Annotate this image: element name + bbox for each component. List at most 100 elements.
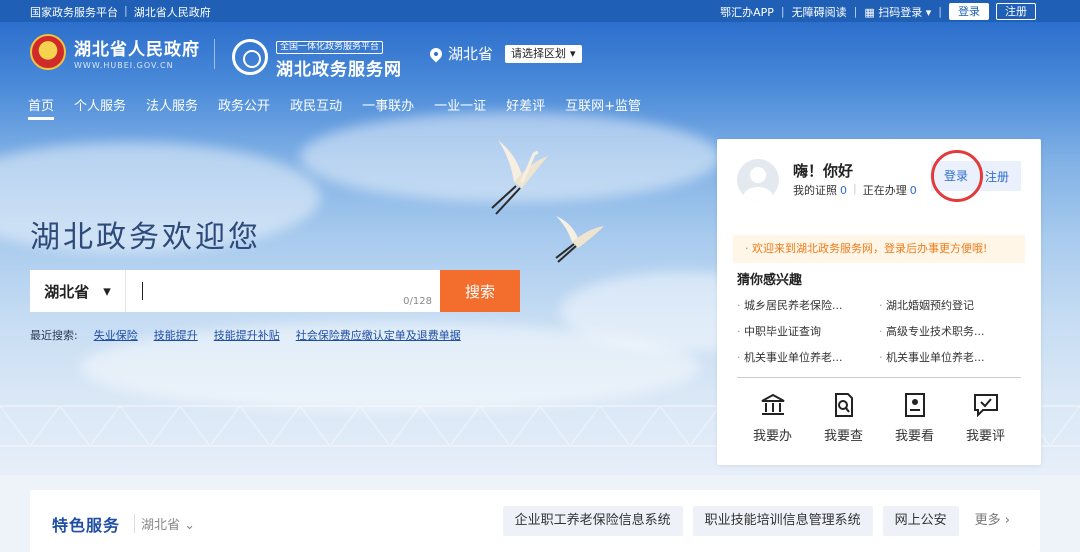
- avatar[interactable]: [737, 159, 779, 201]
- interest-item[interactable]: 机关事业单位养老...: [879, 349, 1021, 365]
- nav-personal[interactable]: 个人服务: [74, 95, 126, 120]
- interest-list: 城乡居民养老保险... 湖北婚姻预约登记 中职毕业证查询 高级专业技术职务...…: [737, 297, 1021, 365]
- greeting: 嗨！你好: [793, 162, 854, 180]
- nav-one-license[interactable]: 一业一证: [434, 95, 486, 120]
- my-licenses[interactable]: 我的证照 0: [793, 182, 847, 198]
- recent-search-link[interactable]: 失业保险: [94, 327, 138, 343]
- search-province-select[interactable]: 湖北省 ▾: [30, 270, 126, 312]
- link-app[interactable]: 鄂汇办APP: [720, 4, 774, 20]
- interest-item[interactable]: 城乡居民养老保险...: [737, 297, 879, 313]
- national-emblem-icon: [30, 34, 66, 70]
- featured-pension-button[interactable]: 企业职工养老保险信息系统: [502, 506, 683, 536]
- service-logo[interactable]: 全国一体化政务服务平台 湖北政务服务网: [232, 34, 402, 80]
- hero-banner: 湖北省人民政府 WWW.HUBEI.GOV.CN 全国一体化政务服务平台 湖北政…: [0, 22, 1080, 475]
- qr-login-label: 扫码登录: [878, 5, 923, 19]
- qr-login[interactable]: ▦ 扫码登录 ▾: [864, 4, 931, 20]
- id-card-icon: [885, 391, 945, 419]
- action-label: 我要办: [752, 429, 792, 444]
- nav-open-gov[interactable]: 政务公开: [218, 95, 270, 120]
- search-button[interactable]: 搜索: [440, 270, 520, 312]
- separator: |: [124, 4, 128, 17]
- separator: |: [853, 182, 857, 195]
- featured-services: 特色服务 湖北省 ⌄ 企业职工养老保险信息系统 职业技能培训信息管理系统 网上公…: [30, 490, 1040, 552]
- interest-item[interactable]: 机关事业单位养老...: [737, 349, 879, 365]
- action-query[interactable]: 我要查: [814, 389, 874, 444]
- recent-searches: 最近搜索: 失业保险 技能提升 技能提升补贴 社会保险费应缴认定单及退费单据: [30, 327, 461, 343]
- action-apply[interactable]: 我要办: [743, 389, 803, 444]
- recent-search-link[interactable]: 技能提升补贴: [214, 327, 280, 343]
- chevron-down-icon: ⌄: [184, 518, 196, 533]
- nav-interaction[interactable]: 政民互动: [290, 95, 342, 120]
- chevron-right-icon: ›: [1004, 513, 1010, 528]
- action-label: 我要评: [965, 429, 1005, 444]
- region-select-label: 请选择区划: [511, 46, 567, 60]
- featured-region-select[interactable]: 湖北省 ⌄: [134, 514, 195, 533]
- current-region: 湖北省: [448, 45, 494, 63]
- in-progress-count: 0: [909, 184, 917, 197]
- more-link[interactable]: 更多 ›: [969, 506, 1010, 536]
- nav-supervision[interactable]: 互联网+监管: [565, 95, 641, 120]
- link-hubei-gov[interactable]: 湖北省人民政府: [134, 4, 211, 20]
- location-pin-icon: [427, 45, 445, 62]
- recent-search-link[interactable]: 社会保险费应缴认定单及退费单据: [296, 327, 461, 343]
- welcome-title: 湖北政务欢迎您: [30, 220, 261, 255]
- bank-icon: [743, 391, 803, 419]
- crane-illustration: [555, 216, 604, 263]
- featured-title: 特色服务: [52, 516, 121, 535]
- region-select[interactable]: 请选择区划 ▾: [505, 44, 582, 63]
- user-panel: 嗨！你好 我的证照 0 | 正在办理 0 登录 注册 · 欢迎来到湖北政务服务网，登…: [717, 139, 1041, 465]
- service-emblem-icon: [232, 39, 268, 75]
- welcome-notice: · 欢迎来到湖北政务服务网，登录后办事更方便哦!: [733, 235, 1025, 263]
- crane-illustration: [491, 140, 548, 215]
- action-view[interactable]: 我要看: [885, 389, 945, 444]
- register-button[interactable]: 注册: [981, 168, 1009, 185]
- interest-item[interactable]: 中职毕业证查询: [737, 323, 879, 339]
- char-counter: 0/128: [403, 296, 432, 307]
- action-rate[interactable]: 我要评: [956, 389, 1016, 444]
- link-accessibility[interactable]: 无障碍阅读: [792, 4, 847, 20]
- search-province-label: 湖北省: [44, 282, 90, 301]
- separator: |: [853, 5, 858, 18]
- featured-buttons: 企业职工养老保险信息系统 职业技能培训信息管理系统 网上公安 更多 ›: [502, 506, 1010, 536]
- service-title: 湖北政务服务网: [276, 60, 402, 80]
- gov-url: WWW.HUBEI.GOV.CN: [74, 60, 174, 70]
- divider: [214, 39, 215, 69]
- action-label: 我要看: [894, 429, 934, 444]
- quick-actions: 我要办 我要查 我要看 我要评: [737, 389, 1021, 444]
- search-bar: 湖北省 ▾ 0/128 搜索: [30, 270, 520, 312]
- qr-icon: ▦: [864, 5, 875, 19]
- caret-down-icon: ▾: [570, 46, 576, 60]
- link-national-platform[interactable]: 国家政务服务平台: [30, 4, 118, 20]
- nav-rating[interactable]: 好差评: [506, 95, 545, 120]
- search-input[interactable]: 0/128: [126, 270, 440, 312]
- gov-title: 湖北省人民政府: [74, 39, 200, 60]
- top-login-button[interactable]: 登录: [949, 3, 989, 20]
- interest-item[interactable]: 湖北婚姻预约登记: [879, 297, 1021, 313]
- user-stats: 我的证照 0 | 正在办理 0: [793, 182, 917, 198]
- chat-check-icon: [956, 391, 1016, 419]
- main-nav: 首页 个人服务 法人服务 政务公开 政民互动 一事联办 一业一证 好差评 互联网…: [28, 95, 641, 120]
- separator: |: [780, 5, 785, 18]
- in-progress[interactable]: 正在办理 0: [863, 182, 917, 198]
- nav-home[interactable]: 首页: [28, 95, 55, 120]
- interest-item[interactable]: 高级专业技术职务...: [879, 323, 1021, 339]
- interest-title: 猜你感兴趣: [737, 273, 803, 288]
- separator: |: [938, 5, 942, 18]
- caret-down-icon: ▾: [103, 282, 111, 300]
- action-label: 我要查: [823, 429, 863, 444]
- gov-logo[interactable]: 湖北省人民政府 WWW.HUBEI.GOV.CN: [30, 34, 200, 70]
- login-button[interactable]: 登录: [931, 150, 983, 202]
- chevron-down-icon: ▾: [925, 5, 932, 19]
- top-bar: 国家政务服务平台 | 湖北省人民政府 鄂汇办APP | 无障碍阅读 | ▦ 扫码…: [0, 0, 1080, 22]
- top-register-button[interactable]: 注册: [996, 3, 1036, 20]
- featured-training-button[interactable]: 职业技能培训信息管理系统: [692, 506, 873, 536]
- featured-police-button[interactable]: 网上公安: [882, 506, 959, 536]
- text-cursor: [142, 282, 143, 300]
- nav-one-stop[interactable]: 一事联办: [362, 95, 414, 120]
- service-tag: 全国一体化政务服务平台: [276, 41, 384, 54]
- recent-search-link[interactable]: 技能提升: [154, 327, 198, 343]
- nav-corporate[interactable]: 法人服务: [146, 95, 198, 120]
- region-picker: 湖北省 请选择区划 ▾: [427, 43, 582, 64]
- document-search-icon: [814, 391, 874, 419]
- top-bar-left: 国家政务服务平台 | 湖北省人民政府: [30, 4, 211, 20]
